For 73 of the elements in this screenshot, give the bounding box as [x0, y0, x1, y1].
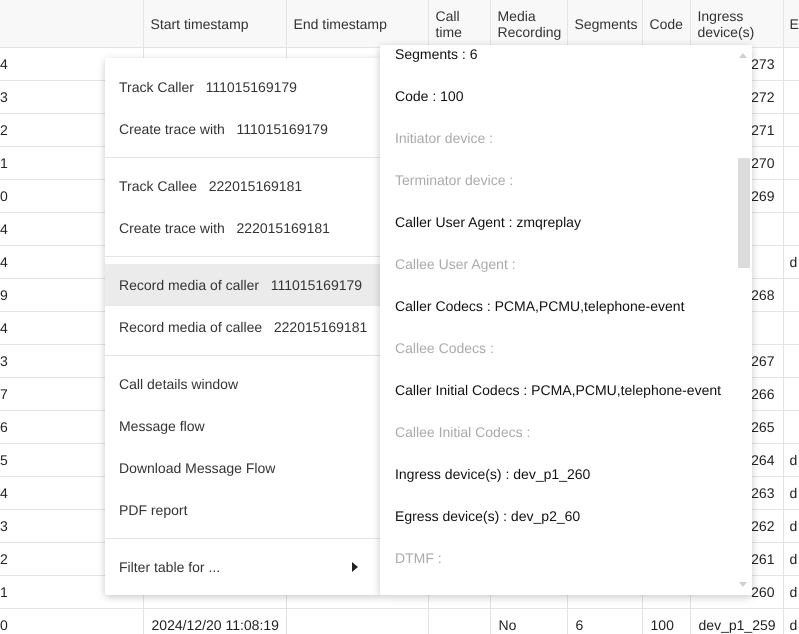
table-cell: 4	[0, 56, 8, 72]
table-cell: d	[790, 551, 798, 567]
detail-line: Caller Initial Codecs : PCMA,PCMU,telephone-event	[395, 381, 722, 400]
menu-item[interactable]: PDF report	[105, 489, 380, 531]
table-cell: 7	[0, 386, 8, 402]
table-cell: 272	[751, 89, 774, 105]
detail-line: Callee Codecs :	[395, 339, 495, 358]
table-cell: 270	[751, 155, 774, 171]
table-cell: dev_p1_259	[698, 617, 776, 633]
table-cell: d	[790, 452, 798, 468]
scroll-up-icon[interactable]	[739, 53, 747, 58]
table-cell: 266	[751, 386, 774, 402]
table-cell: 6	[0, 419, 8, 435]
table-cell: 269	[751, 188, 774, 204]
table-cell: 263	[751, 485, 774, 501]
table-cell: 262	[751, 518, 774, 534]
menu-item[interactable]: Filter table for ...	[105, 546, 380, 588]
table-cell: 261	[751, 551, 774, 567]
table-cell: d	[790, 254, 798, 270]
table-cell: 0	[0, 617, 8, 633]
detail-line: Egress device(s) : dev_p2_60	[395, 507, 582, 526]
table-cell: d	[790, 485, 798, 501]
table-cell: 1	[0, 155, 8, 171]
table-cell: 2	[0, 551, 8, 567]
detail-line: Caller User Agent : zmqreplay	[395, 213, 582, 232]
menu-item[interactable]: Record media of callee 222015169181	[105, 306, 380, 348]
detail-line: Initiator device :	[395, 129, 494, 148]
table-cell: 5	[0, 452, 8, 468]
detail-line: Ingress device(s) : dev_p1_260	[395, 465, 592, 484]
table-cell: 264	[751, 452, 774, 468]
menu-item[interactable]: Call details window	[105, 363, 380, 405]
table-cell: No	[498, 617, 516, 633]
detail-line: Terminator device :	[395, 171, 514, 190]
table-cell: 100	[650, 617, 674, 633]
menu-item[interactable]: Download Message Flow	[105, 447, 380, 489]
table-cell: 267	[751, 353, 774, 369]
menu-item[interactable]: Create trace with 222015169181	[105, 207, 380, 249]
table-cell: d	[790, 617, 798, 633]
table-cell: 6	[576, 617, 584, 633]
table-cell: 2	[0, 122, 8, 138]
table-cell: 4	[0, 485, 8, 501]
table-cell: 1	[0, 584, 8, 600]
table-cell: 3	[0, 89, 8, 105]
submenu-arrow-icon	[352, 562, 358, 572]
menu-item[interactable]: Track Caller 111015169179	[105, 66, 380, 108]
table-cell: d	[790, 518, 798, 534]
detail-line: Callee User Agent :	[395, 255, 517, 274]
scroll-down-icon[interactable]	[739, 582, 747, 587]
table-cell: 3	[0, 353, 8, 369]
menu-item[interactable]: Create trace with 111015169179	[105, 108, 380, 150]
table-cell: 268	[751, 287, 774, 303]
scrollbar-thumb[interactable]	[738, 158, 750, 268]
table-cell: 9	[0, 287, 8, 303]
detail-line: Segments : 6	[395, 45, 478, 64]
table-cell: 2024/12/20 11:08:19	[152, 617, 279, 633]
menu-item[interactable]: Record media of caller 111015169179	[105, 264, 380, 306]
table-cell: 260	[751, 584, 774, 600]
table-cell: 4	[0, 320, 8, 336]
table-cell: 0	[0, 188, 8, 204]
detail-line: Code : 100	[395, 87, 464, 106]
table-cell: 4	[0, 221, 8, 237]
detail-line: Caller Codecs : PCMA,PCMU,telephone-event	[395, 297, 686, 316]
table-cell: 271	[751, 122, 774, 138]
table-cell: 3	[0, 518, 8, 534]
table-cell: 273	[751, 56, 774, 72]
table-cell: 4	[0, 254, 8, 270]
column-header[interactable]: E	[790, 16, 799, 32]
table-cell: d	[790, 584, 798, 600]
menu-item[interactable]: Track Callee 222015169181	[105, 165, 380, 207]
table-cell: 265	[751, 419, 774, 435]
detail-line: Callee Initial Codecs :	[395, 423, 532, 442]
menu-item[interactable]: Message flow	[105, 405, 380, 447]
detail-line: DTMF :	[395, 549, 443, 568]
